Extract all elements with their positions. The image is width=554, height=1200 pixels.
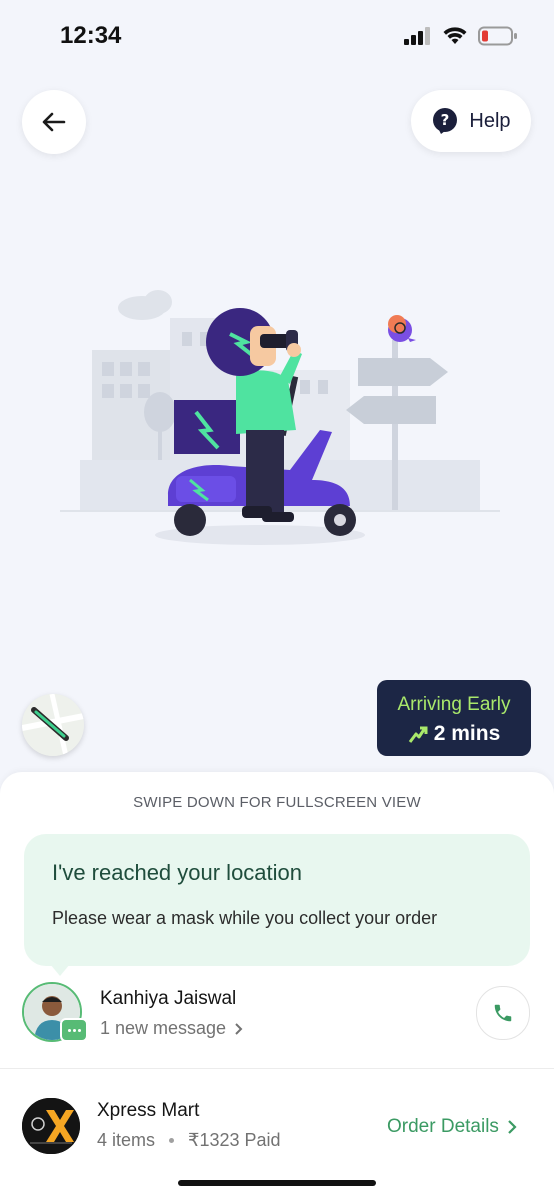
svg-text:?: ? bbox=[441, 111, 450, 129]
divider bbox=[0, 1068, 554, 1069]
help-icon: ? bbox=[433, 108, 458, 134]
rider-name: Kanhiya Jaiswal bbox=[100, 988, 237, 1009]
order-details-link[interactable]: Order Details bbox=[387, 1116, 517, 1138]
chevron-right-icon bbox=[235, 1022, 243, 1035]
trend-up-icon bbox=[408, 726, 428, 743]
xpress-mart-logo bbox=[22, 1098, 80, 1154]
eta-card: Arriving Early 2 mins bbox=[377, 680, 531, 756]
help-label: Help bbox=[469, 109, 511, 132]
message-body: Please wear a mask while you collect you… bbox=[52, 908, 438, 928]
chevron-right-icon bbox=[508, 1120, 517, 1134]
separator-dot bbox=[169, 1138, 175, 1143]
battery-icon bbox=[478, 26, 517, 46]
wifi-icon bbox=[443, 27, 467, 44]
new-message-link[interactable]: 1 new message bbox=[100, 1018, 244, 1039]
rider-message-bubble: I've reached your location Please wear a… bbox=[24, 834, 530, 976]
order-details-label: Order Details bbox=[387, 1116, 499, 1137]
call-rider-button[interactable] bbox=[476, 986, 530, 1040]
home-indicator bbox=[178, 1180, 376, 1186]
item-count: 4 items bbox=[97, 1130, 156, 1150]
eta-time: 2 mins bbox=[433, 722, 501, 745]
message-title: I've reached your location bbox=[52, 860, 303, 885]
status-bar: 12:34 bbox=[0, 0, 554, 76]
new-message-label: 1 new message bbox=[100, 1018, 227, 1038]
status-icons bbox=[404, 26, 518, 46]
map-thumbnail-image bbox=[22, 694, 84, 756]
store-logo bbox=[22, 1098, 80, 1154]
signal-icon bbox=[404, 27, 430, 45]
bottom-sheet[interactable]: SWIPE DOWN FOR FULLSCREEN VIEW I've reac… bbox=[0, 772, 554, 1200]
back-arrow-icon bbox=[42, 112, 66, 132]
paid-amount: ₹1323 Paid bbox=[188, 1130, 281, 1150]
swipe-hint: SWIPE DOWN FOR FULLSCREEN VIEW bbox=[133, 794, 421, 811]
delivery-rider-illustration bbox=[60, 290, 500, 545]
store-name: Xpress Mart bbox=[97, 1100, 200, 1121]
map-thumbnail[interactable] bbox=[22, 694, 84, 756]
back-button[interactable] bbox=[22, 90, 86, 154]
bubble-tail bbox=[50, 964, 70, 976]
eta-time-row: 2 mins bbox=[377, 722, 531, 746]
store-meta: 4 items ₹1323 Paid bbox=[97, 1130, 281, 1151]
phone-icon bbox=[494, 1004, 512, 1022]
chat-icon bbox=[60, 1018, 88, 1042]
help-button[interactable]: ? Help bbox=[411, 90, 531, 152]
eta-status: Arriving Early bbox=[397, 694, 511, 715]
status-time: 12:34 bbox=[60, 22, 122, 49]
